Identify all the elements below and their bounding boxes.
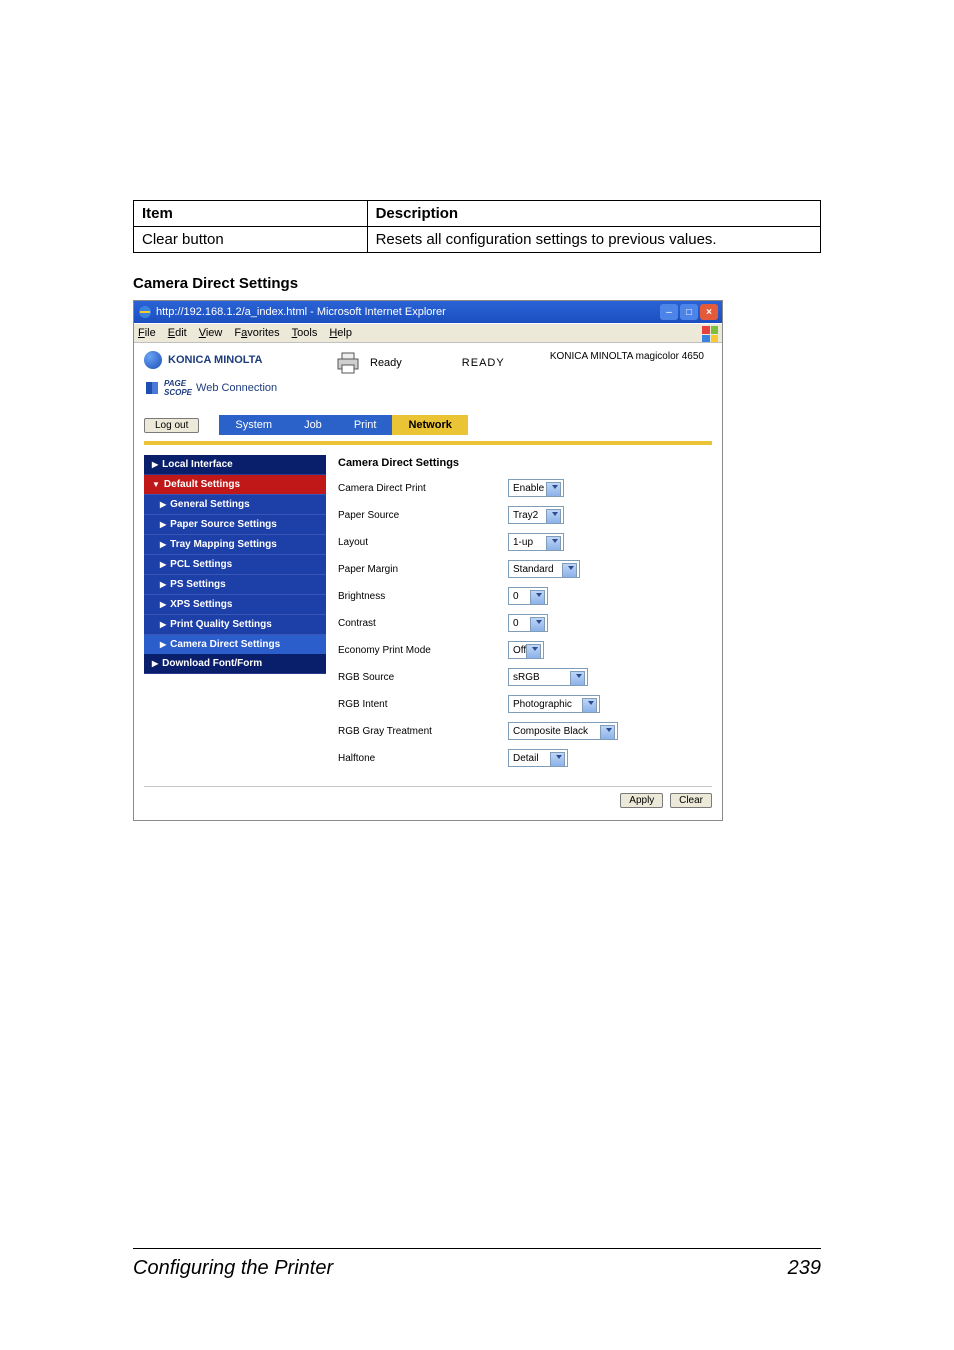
- tab-bar: System Job Print Network: [219, 415, 467, 435]
- sidebar: ▶Local Interface ▼Default Settings ▶Gene…: [144, 455, 326, 776]
- menu-view[interactable]: View: [199, 327, 223, 339]
- sidebar-item-print-quality[interactable]: ▶Print Quality Settings: [144, 614, 326, 634]
- label-paper-source: Paper Source: [338, 510, 508, 521]
- th-item: Item: [134, 201, 368, 227]
- pagescope-label: PAGESCOPE Web Connection: [144, 379, 334, 397]
- clear-button[interactable]: Clear: [670, 793, 712, 808]
- select-paper-margin[interactable]: Standard: [508, 560, 580, 578]
- logout-button[interactable]: Log out: [144, 418, 199, 433]
- select-rgb-source[interactable]: sRGB: [508, 668, 588, 686]
- th-description: Description: [367, 201, 820, 227]
- select-camera-direct-print[interactable]: Enable: [508, 479, 564, 497]
- cell-item: Clear button: [134, 227, 368, 253]
- window-title: http://192.168.1.2/a_index.html - Micros…: [156, 306, 446, 318]
- ie-icon: [138, 305, 152, 319]
- sidebar-item-download-font[interactable]: ▶Download Font/Form: [144, 654, 326, 674]
- select-halftone[interactable]: Detail: [508, 749, 568, 767]
- tab-system[interactable]: System: [219, 415, 288, 435]
- label-layout: Layout: [338, 537, 508, 548]
- main-panel: Camera Direct Settings Camera Direct Pri…: [326, 455, 712, 776]
- label-contrast: Contrast: [338, 618, 508, 629]
- select-rgb-gray[interactable]: Composite Black: [508, 722, 618, 740]
- pagescope-icon: [144, 380, 160, 396]
- printer-icon: [334, 351, 362, 375]
- select-economy-print[interactable]: Off: [508, 641, 544, 659]
- browser-window: http://192.168.1.2/a_index.html - Micros…: [133, 300, 723, 821]
- section-heading: Camera Direct Settings: [133, 275, 821, 292]
- select-layout[interactable]: 1-up: [508, 533, 564, 551]
- sidebar-item-general[interactable]: ▶General Settings: [144, 494, 326, 514]
- label-economy-print: Economy Print Mode: [338, 645, 508, 656]
- sidebar-item-pcl[interactable]: ▶PCL Settings: [144, 554, 326, 574]
- cell-description: Resets all configuration settings to pre…: [367, 227, 820, 253]
- maximize-button[interactable]: □: [680, 304, 698, 320]
- panel-heading: Camera Direct Settings: [338, 457, 712, 469]
- select-brightness[interactable]: 0: [508, 587, 548, 605]
- select-rgb-intent[interactable]: Photographic: [508, 695, 600, 713]
- apply-button[interactable]: Apply: [620, 793, 663, 808]
- status-ready-big: READY: [462, 357, 505, 369]
- footer-title: Configuring the Printer: [133, 1257, 333, 1280]
- menu-favorites[interactable]: Favorites: [234, 327, 279, 339]
- close-button[interactable]: ×: [700, 304, 718, 320]
- label-rgb-source: RGB Source: [338, 672, 508, 683]
- sidebar-item-ps[interactable]: ▶PS Settings: [144, 574, 326, 594]
- select-contrast[interactable]: 0: [508, 614, 548, 632]
- menu-help[interactable]: Help: [329, 327, 352, 339]
- label-paper-margin: Paper Margin: [338, 564, 508, 575]
- page-footer: Configuring the Printer 239: [133, 1248, 821, 1280]
- konica-minolta-logo: KONICA MINOLTA: [144, 351, 334, 369]
- status-ready-small: Ready: [370, 357, 402, 369]
- item-description-table: Item Description Clear button Resets all…: [133, 200, 821, 253]
- window-title-bar: http://192.168.1.2/a_index.html - Micros…: [134, 301, 722, 323]
- sidebar-item-xps[interactable]: ▶XPS Settings: [144, 594, 326, 614]
- tab-job[interactable]: Job: [288, 415, 338, 435]
- table-row: Clear button Resets all configuration se…: [134, 227, 821, 253]
- select-paper-source[interactable]: Tray2: [508, 506, 564, 524]
- windows-logo-icon: [702, 326, 718, 342]
- sidebar-item-tray-mapping[interactable]: ▶Tray Mapping Settings: [144, 534, 326, 554]
- sidebar-item-paper-source[interactable]: ▶Paper Source Settings: [144, 514, 326, 534]
- sidebar-item-camera-direct[interactable]: ▶Camera Direct Settings: [144, 634, 326, 654]
- page-number: 239: [788, 1257, 821, 1280]
- label-camera-direct-print: Camera Direct Print: [338, 483, 508, 494]
- sidebar-item-default-settings[interactable]: ▼Default Settings: [144, 475, 326, 494]
- globe-icon: [144, 351, 162, 369]
- label-brightness: Brightness: [338, 591, 508, 602]
- minimize-button[interactable]: –: [660, 304, 678, 320]
- menu-tools[interactable]: Tools: [292, 327, 318, 339]
- menu-edit[interactable]: Edit: [168, 327, 187, 339]
- menu-file[interactable]: File: [138, 327, 156, 339]
- menu-bar: File Edit View Favorites Tools Help: [134, 323, 722, 343]
- sidebar-item-local-interface[interactable]: ▶Local Interface: [144, 455, 326, 475]
- tab-print[interactable]: Print: [338, 415, 393, 435]
- tab-network[interactable]: Network: [392, 415, 467, 435]
- label-rgb-gray: RGB Gray Treatment: [338, 726, 508, 737]
- label-rgb-intent: RGB Intent: [338, 699, 508, 710]
- label-halftone: Halftone: [338, 753, 508, 764]
- model-label: KONICA MINOLTA magicolor 4650: [550, 351, 704, 362]
